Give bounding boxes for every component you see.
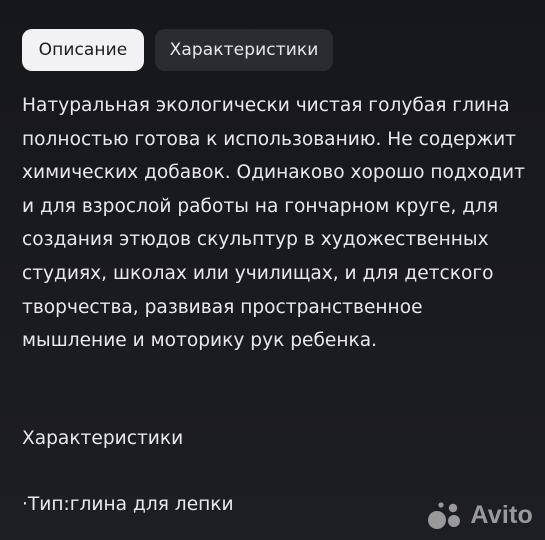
avito-watermark-text: Avito bbox=[470, 500, 533, 529]
tab-bar: Описание Характеристики bbox=[22, 29, 333, 71]
tab-characteristics[interactable]: Характеристики bbox=[155, 29, 333, 71]
tab-characteristics-label: Характеристики bbox=[169, 40, 319, 60]
tab-description-label: Описание bbox=[38, 40, 128, 60]
avito-watermark: Avito bbox=[426, 500, 533, 530]
spec-item-type: ·Тип:глина для лепки bbox=[22, 494, 234, 515]
specs-title: Характеристики bbox=[22, 428, 184, 449]
avito-logo-icon bbox=[428, 502, 461, 529]
description-panel: Описание Характеристики Натуральная экол… bbox=[0, 0, 545, 540]
description-text: Натуральная экологически чистая голубая … bbox=[22, 95, 525, 352]
content-area: Натуральная экологически чистая голубая … bbox=[22, 89, 527, 515]
tab-description[interactable]: Описание bbox=[22, 29, 144, 71]
